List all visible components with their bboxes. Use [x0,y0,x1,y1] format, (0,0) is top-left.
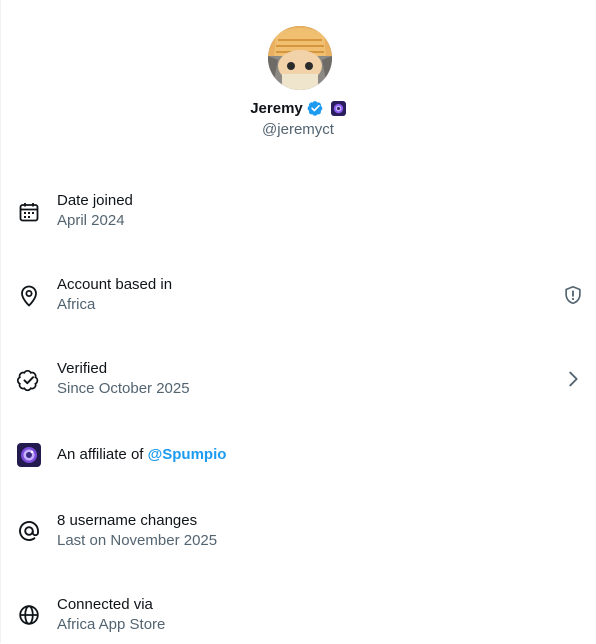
profile-name-row: Jeremy [0,98,596,118]
globe-icon [17,603,41,627]
connected-via-label: Connected via [57,596,153,613]
affiliate-mention-link[interactable]: @Spumpio [148,446,227,463]
date-joined-value: April 2024 [57,212,125,229]
date-joined-row: Date joined April 2024 [0,180,596,240]
affiliate-text: An affiliate of @Spumpio [57,446,226,463]
username-changes-row: 8 username changes Last on November 2025 [0,500,596,560]
verified-badge-icon [17,368,41,392]
verified-label: Verified [57,360,108,377]
profile-handle: @jeremyct [262,121,334,138]
affiliate-logo-icon[interactable] [17,443,41,467]
connected-via-row: Connected via Africa App Store [0,584,596,644]
date-joined-label: Date joined [57,192,133,209]
account-based-label: Account based in [57,276,173,293]
verified-value: Since October 2025 [57,380,190,397]
profile-display-name: Jeremy [250,99,303,117]
account-based-row: Account based in Africa [0,264,596,324]
username-changes-label: 8 username changes [57,512,198,529]
location-pin-icon [17,284,41,308]
connected-via-value: Africa App Store [57,616,166,633]
affiliate-prefix: An affiliate of [57,446,148,463]
verified-check-icon [307,99,325,117]
shield-alert-icon[interactable] [562,284,584,306]
affiliate-row: An affiliate of @Spumpio [0,424,596,484]
affiliate-badge-icon[interactable] [330,100,346,116]
profile-avatar[interactable] [268,26,332,90]
calendar-icon [17,200,41,224]
at-sign-icon [17,519,41,543]
account-based-value: Africa [57,296,96,313]
username-changes-value: Last on November 2025 [57,532,218,549]
chevron-right-icon[interactable] [562,368,584,390]
verified-row[interactable]: Verified Since October 2025 [0,348,596,408]
